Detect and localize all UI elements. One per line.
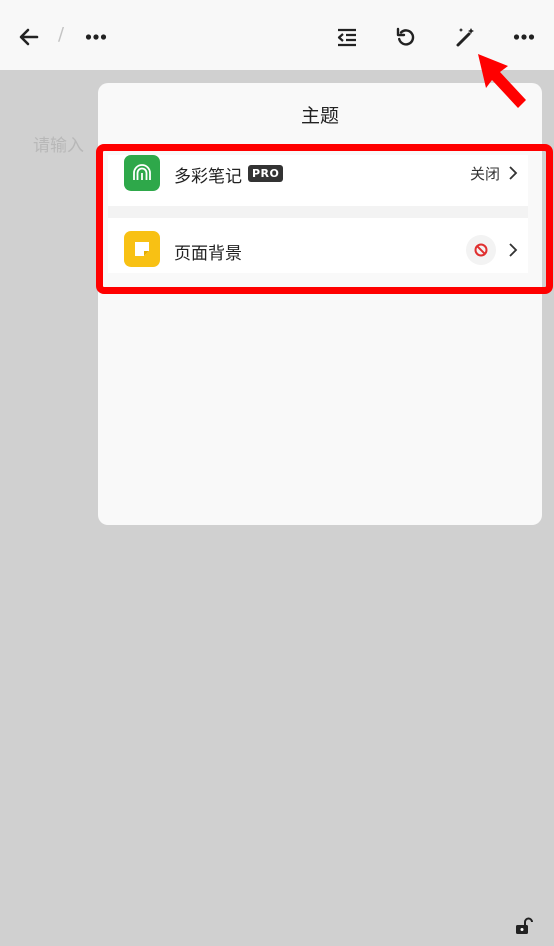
undo-icon[interactable] [389,20,423,54]
unlock-icon[interactable] [513,916,533,940]
more-icon[interactable] [79,20,113,54]
outdent-icon[interactable] [330,20,364,54]
red-arrow-icon [478,54,526,108]
highlight-box [96,144,553,294]
breadcrumb-separator: / [58,24,65,45]
back-arrow-icon[interactable] [12,20,46,54]
editor-placeholder: 请输入 [33,136,84,156]
